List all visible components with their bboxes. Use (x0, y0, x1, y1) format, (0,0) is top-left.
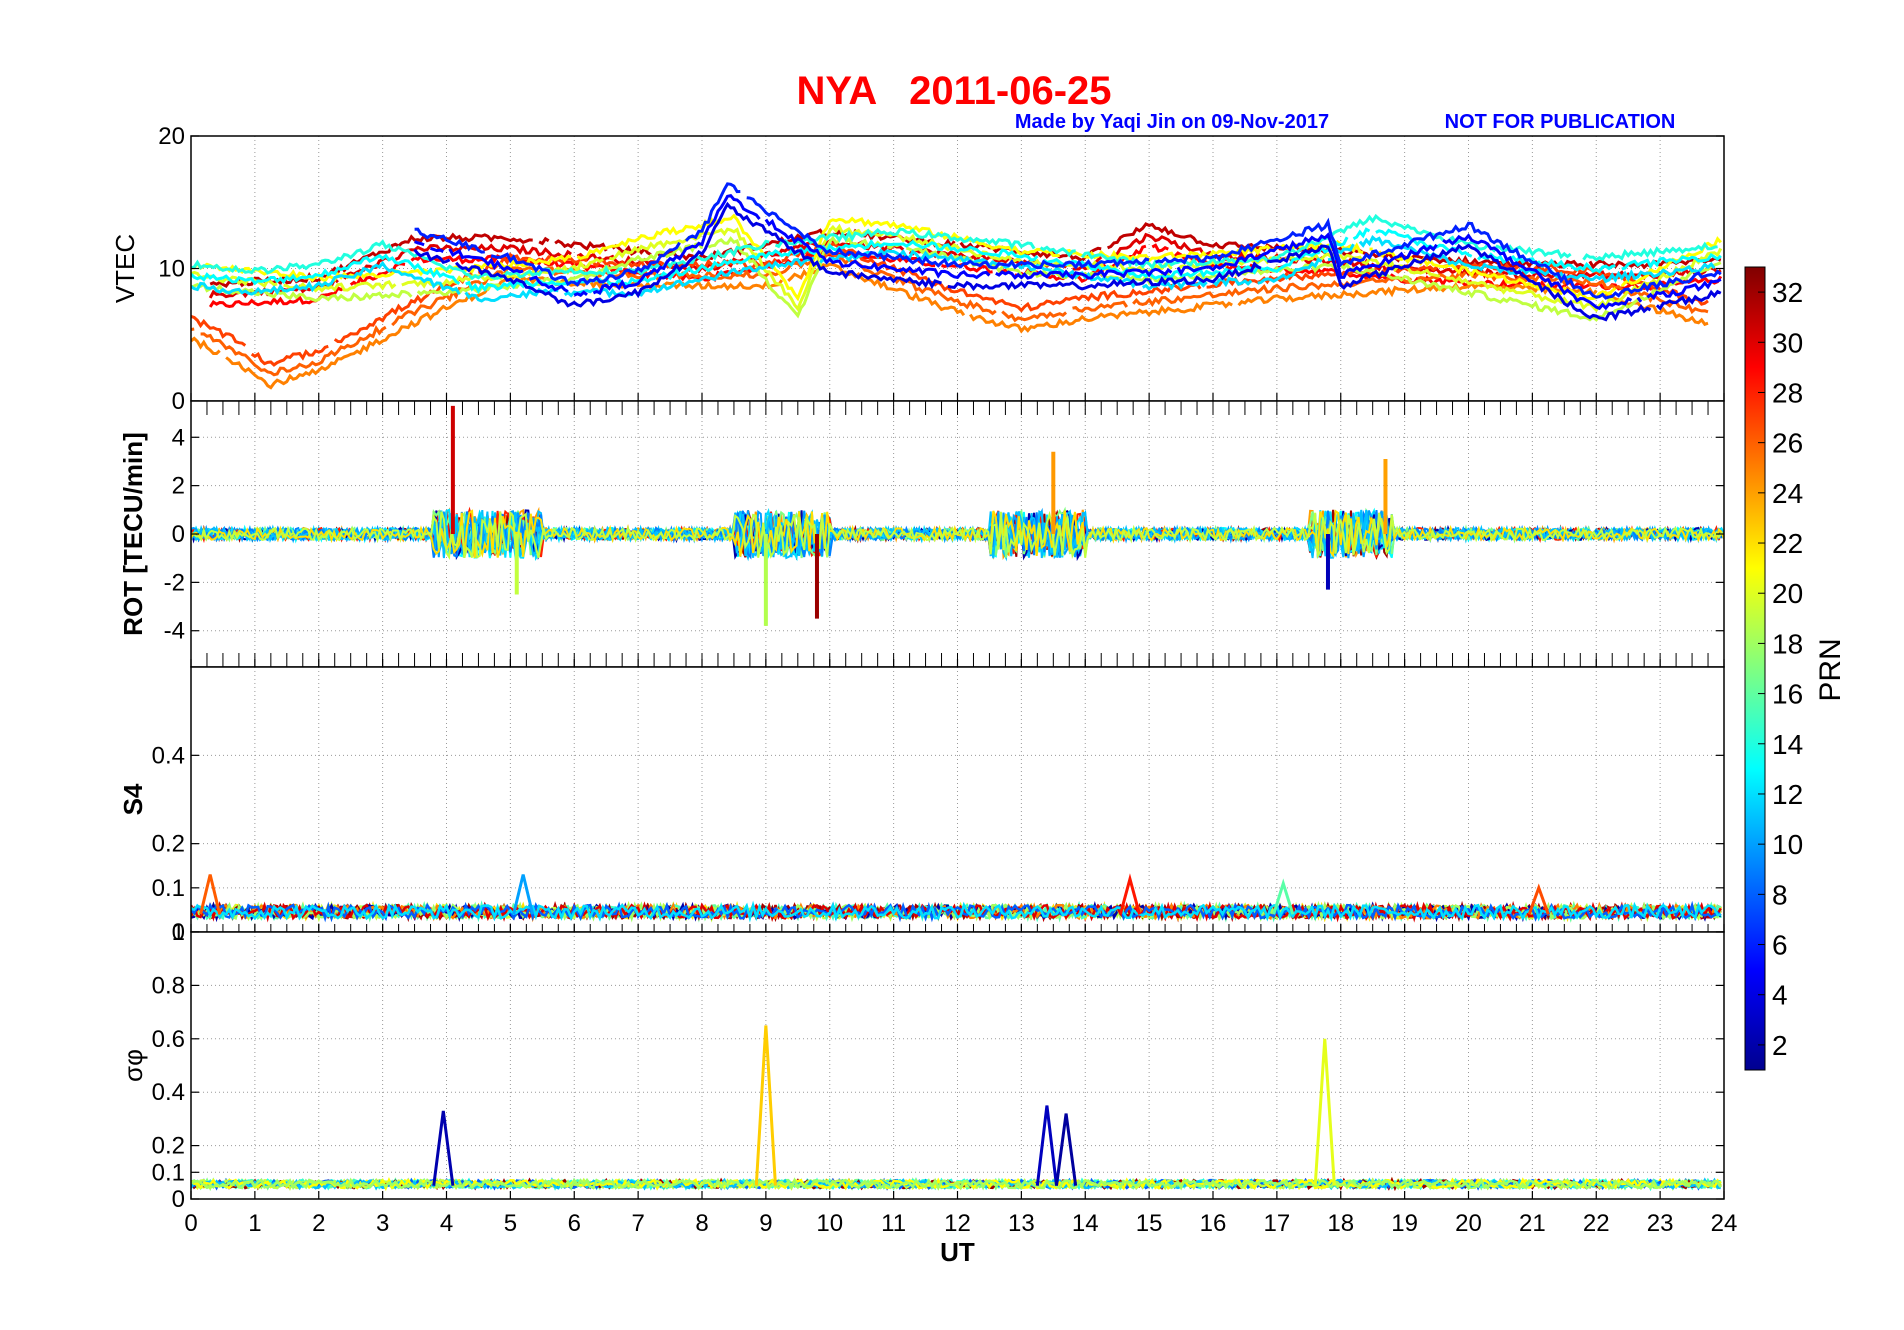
colorbar-gradient (1744, 266, 1766, 1071)
y-tick-label: 1 (172, 919, 185, 946)
x-tick-label: 19 (1391, 1210, 1418, 1237)
panel-rot: -4 -2 0 2 4 ROT [TECU/min] (118, 400, 1725, 668)
y-axis-label: ROT [TECU/min] (118, 432, 148, 636)
figure-credit: Made by Yaqi Jin on 09-Nov-2017 (1015, 111, 1329, 133)
figure-notice: NOT FOR PUBLICATION (1445, 111, 1676, 133)
x-tick-label: 20 (1455, 1210, 1482, 1237)
colorbar-label: PRN (1814, 638, 1847, 701)
x-tick-label: 22 (1583, 1210, 1610, 1237)
y-tick-label: 0.1 (152, 875, 185, 902)
x-tick-label: 13 (1008, 1210, 1035, 1237)
x-tick-label: 12 (944, 1210, 971, 1237)
y-tick-label: 2 (172, 473, 185, 500)
y-tick-label: 0.6 (152, 1026, 185, 1053)
x-tick-label: 2 (312, 1210, 325, 1237)
y-axis-label: VTEC (110, 234, 140, 303)
colorbar-tick-label: 30 (1772, 327, 1803, 358)
x-tick-label: 17 (1264, 1210, 1291, 1237)
x-tick-label: 8 (695, 1210, 708, 1237)
x-tick-label: 14 (1072, 1210, 1099, 1237)
y-tick-label: 0 (172, 1186, 185, 1213)
x-tick-label: 4 (440, 1210, 453, 1237)
y-tick-label: 0.4 (152, 742, 185, 769)
colorbar-tick-label: 6 (1772, 930, 1788, 961)
colorbar-tick-label: 20 (1772, 578, 1803, 609)
colorbar-tick-label: 24 (1772, 478, 1803, 509)
x-tick-label: 15 (1136, 1210, 1163, 1237)
colorbar-tick-label: 32 (1772, 277, 1803, 308)
panels: 01020VTEC-4-2024ROT [TECU/min]00.10.20.4… (110, 123, 1737, 1267)
x-tick-label: 21 (1519, 1210, 1546, 1237)
figure-title: NYA 2011-06-25 (796, 69, 1111, 113)
y-tick-label: 0.2 (152, 831, 185, 858)
colorbar-tick-label: 8 (1772, 879, 1788, 910)
y-tick-label: -2 (164, 569, 185, 596)
x-tick-label: 0 (184, 1210, 197, 1237)
y-tick-label: 10 (158, 256, 185, 283)
x-tick-label: 16 (1200, 1210, 1227, 1237)
figure: NYA 2011-06-25 Made by Yaqi Jin on 09-No… (110, 69, 1847, 1267)
colorbar-tick-label: 28 (1772, 377, 1803, 408)
colorbar-tick-label: 12 (1772, 779, 1803, 810)
colorbar-tick-label: 26 (1772, 428, 1803, 459)
colorbar: 2468101214161820222426283032 PRN (1744, 266, 1847, 1071)
x-tick-label: 9 (759, 1210, 772, 1237)
y-tick-label: 20 (158, 123, 185, 150)
x-tick-label: 3 (376, 1210, 389, 1237)
y-tick-label: -4 (164, 618, 185, 645)
y-tick-label: 4 (172, 424, 185, 451)
x-tick-label: 24 (1711, 1210, 1738, 1237)
y-tick-label: 0 (172, 521, 185, 548)
colorbar-tick-label: 16 (1772, 679, 1803, 710)
y-axis-label: S4 (118, 783, 148, 815)
y-tick-label: 0 (172, 388, 185, 415)
y-tick-label: 0.8 (152, 972, 185, 999)
x-tick-label: 10 (816, 1210, 843, 1237)
colorbar-tick-label: 2 (1772, 1030, 1788, 1061)
panel-vtec: 0 10 20 VTEC (110, 123, 1725, 415)
colorbar-tick-label: 10 (1772, 829, 1803, 860)
x-tick-label: 7 (631, 1210, 644, 1237)
y-tick-label: 0.4 (152, 1079, 185, 1106)
y-tick-label: 0.1 (152, 1159, 185, 1186)
y-tick-label: 0.2 (152, 1133, 185, 1160)
x-tick-label: 5 (504, 1210, 517, 1237)
x-tick-label: 6 (568, 1210, 581, 1237)
panel-sigma_phi: 00.10.20.40.60.81σφ0 1 2 3 4 5 6 7 8 9 10 11 12 13 14 1… (118, 919, 1737, 1267)
colorbar-tick-label: 14 (1772, 729, 1803, 760)
panel-s4: 00.10.20.4S4 (118, 666, 1725, 946)
x-tick-label: 1 (248, 1210, 261, 1237)
x-tick-label: 18 (1327, 1210, 1354, 1237)
y-axis-label: σφ (118, 1049, 148, 1082)
colorbar-tick-label: 18 (1772, 628, 1803, 659)
x-tick-label: 23 (1647, 1210, 1674, 1237)
colorbar-tick-label: 22 (1772, 528, 1803, 559)
colorbar-tick-label: 4 (1772, 980, 1788, 1011)
x-axis-label: UT (940, 1237, 975, 1267)
x-tick-label: 11 (881, 1210, 906, 1237)
